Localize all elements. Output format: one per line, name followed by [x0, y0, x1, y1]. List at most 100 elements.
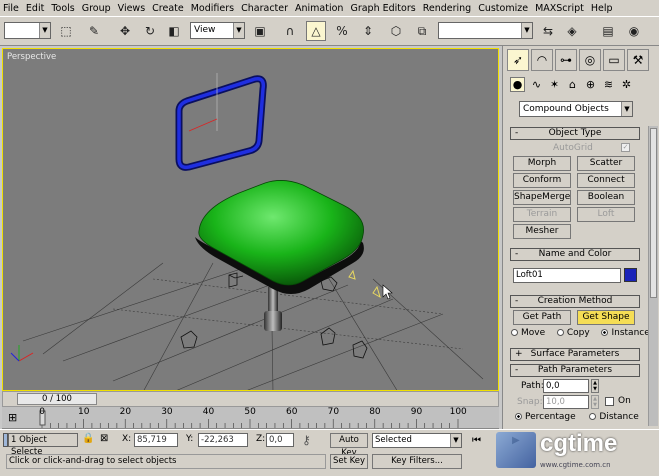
- motion-tab-icon[interactable]: ◎: [579, 49, 601, 71]
- spinner-snap-icon[interactable]: ⇕: [358, 21, 378, 41]
- menu-file[interactable]: File: [3, 3, 19, 14]
- terrain-button[interactable]: Terrain: [513, 207, 571, 222]
- menu-tools[interactable]: Tools: [51, 3, 74, 14]
- morph-button[interactable]: Morph: [513, 156, 571, 171]
- shapemerge-button[interactable]: ShapeMerge: [513, 190, 571, 205]
- menu-help[interactable]: Help: [591, 3, 613, 14]
- display-tab-icon[interactable]: ▭: [603, 49, 625, 71]
- panel-scroll-thumb[interactable]: [650, 128, 657, 298]
- key-filters-button[interactable]: Key Filters...: [372, 454, 462, 469]
- select-by-name-icon[interactable]: ✎: [84, 21, 104, 41]
- schematic-view-icon[interactable]: ▤: [598, 21, 618, 41]
- menu-group[interactable]: Group: [82, 3, 111, 14]
- snap-magnet-icon[interactable]: ∩: [280, 21, 300, 41]
- scale-icon[interactable]: ◧: [164, 21, 184, 41]
- auto-key-button[interactable]: Auto Key: [330, 433, 368, 458]
- geometry-icon[interactable]: ●: [510, 77, 525, 92]
- menu-modifiers[interactable]: Modifiers: [191, 3, 234, 14]
- conform-button[interactable]: Conform: [513, 173, 571, 188]
- menu-graph-editors[interactable]: Graph Editors: [350, 3, 415, 14]
- x-coordinate-field[interactable]: 85,719: [134, 433, 178, 447]
- menu-rendering[interactable]: Rendering: [423, 3, 472, 14]
- menu-character[interactable]: Character: [241, 3, 288, 14]
- absolute-mode-icon[interactable]: ⊠: [100, 433, 108, 444]
- lights-icon[interactable]: ✶: [547, 77, 562, 92]
- y-coordinate-field[interactable]: -22,263: [198, 433, 248, 447]
- path-value-field[interactable]: 0,0: [543, 379, 589, 393]
- mesher-button[interactable]: Mesher: [513, 224, 571, 239]
- viewport-label[interactable]: Perspective: [7, 52, 56, 62]
- panel-scrollbar[interactable]: [648, 126, 658, 426]
- menu-edit[interactable]: Edit: [26, 3, 44, 14]
- shapes-icon[interactable]: ∿: [529, 77, 544, 92]
- get-shape-button[interactable]: Get Shape: [577, 310, 635, 325]
- mirror-icon[interactable]: ⧉: [412, 21, 432, 41]
- object-type-rollout-header[interactable]: - Object Type: [510, 127, 640, 140]
- scatter-button[interactable]: Scatter: [577, 156, 635, 171]
- distance-radio[interactable]: [589, 413, 597, 420]
- move-icon[interactable]: ✥: [115, 21, 135, 41]
- trackbar-tick-label: 0: [39, 407, 45, 417]
- menu-maxscript[interactable]: MAXScript: [535, 3, 584, 14]
- path-parameters-rollout-header[interactable]: - Path Parameters: [510, 364, 640, 377]
- helpers-icon[interactable]: ⊕: [583, 77, 598, 92]
- object-name-field[interactable]: Loft01: [513, 268, 621, 283]
- track-bar[interactable]: ⊞ 0 10 20 30 40 50 60 70 80 90 100: [2, 407, 499, 429]
- hierarchy-tab-icon[interactable]: ⊶: [555, 49, 577, 71]
- instance-radio[interactable]: [601, 329, 609, 336]
- autogrid-checkbox[interactable]: ✓: [621, 143, 630, 152]
- menu-create[interactable]: Create: [152, 3, 184, 14]
- menu-views[interactable]: Views: [118, 3, 146, 14]
- reference-coordinate-select[interactable]: View ▼: [190, 22, 245, 39]
- object-category-select[interactable]: Compound Objects ▼: [519, 101, 633, 117]
- lock-selection-icon[interactable]: 🔒: [82, 433, 94, 444]
- object-color-swatch[interactable]: [624, 268, 637, 282]
- name-color-rollout-header[interactable]: - Name and Color: [510, 248, 640, 261]
- boolean-button[interactable]: Boolean: [577, 190, 635, 205]
- stool-seat: [195, 180, 364, 294]
- trackbar-tick-label: 80: [369, 407, 381, 417]
- layer-manager-icon[interactable]: ◈: [562, 21, 582, 41]
- named-selection-sets-select[interactable]: ▼: [438, 22, 533, 39]
- move-radio[interactable]: [511, 329, 518, 336]
- loft-button[interactable]: Loft: [577, 207, 635, 222]
- snap-spinner[interactable]: ▲ ▼: [591, 395, 599, 409]
- pivot-center-icon[interactable]: ▣: [250, 21, 270, 41]
- time-slider-track[interactable]: 0 / 100: [2, 391, 499, 407]
- copy-radio[interactable]: [556, 329, 564, 336]
- percent-snap-icon[interactable]: %: [332, 21, 352, 41]
- snap-value-field[interactable]: 10,0: [543, 395, 589, 409]
- snap-on-checkbox[interactable]: [605, 397, 614, 406]
- align-icon[interactable]: ⇆: [538, 21, 558, 41]
- menu-animation[interactable]: Animation: [295, 3, 343, 14]
- key-icon[interactable]: ⚷: [302, 433, 311, 447]
- key-mode-select[interactable]: Selected ▼: [372, 433, 462, 448]
- cameras-icon[interactable]: ⌂: [565, 77, 580, 92]
- surface-parameters-rollout-header[interactable]: + Surface Parameters: [510, 348, 640, 361]
- go-to-start-icon[interactable]: ⏮: [472, 435, 481, 446]
- connect-button[interactable]: Connect: [577, 173, 635, 188]
- select-object-icon[interactable]: ⬚: [56, 21, 76, 41]
- get-path-button[interactable]: Get Path: [513, 310, 571, 325]
- path-spinner[interactable]: ▲ ▼: [591, 379, 599, 393]
- selection-filter-select[interactable]: ▼: [4, 22, 51, 39]
- angle-snap-icon[interactable]: △: [306, 21, 326, 41]
- time-slider-thumb[interactable]: 0 / 100: [17, 393, 97, 405]
- rotate-icon[interactable]: ↻: [140, 21, 160, 41]
- trackbar-tick-label: 20: [119, 407, 132, 417]
- set-key-button[interactable]: Set Key: [330, 454, 368, 469]
- material-editor-icon[interactable]: ◉: [624, 21, 644, 41]
- status-bar: 1 Object Selecte 🔒 ⊠ X: 85,719 Y: -22,26…: [0, 429, 659, 476]
- creation-method-rollout-header[interactable]: - Creation Method: [510, 295, 640, 308]
- y-label: Y:: [186, 434, 194, 444]
- space-warps-icon[interactable]: ≋: [601, 77, 616, 92]
- z-coordinate-field[interactable]: 0,0: [266, 433, 294, 447]
- utilities-tab-icon[interactable]: ⚒: [627, 49, 649, 71]
- named-selection-icon[interactable]: ⬡: [386, 21, 406, 41]
- create-tab-icon[interactable]: ➶: [507, 49, 529, 71]
- percentage-radio[interactable]: [515, 413, 522, 420]
- systems-icon[interactable]: ✲: [619, 77, 634, 92]
- perspective-viewport[interactable]: Perspective: [2, 48, 499, 391]
- menu-customize[interactable]: Customize: [478, 3, 528, 14]
- modify-tab-icon[interactable]: ◠: [531, 49, 553, 71]
